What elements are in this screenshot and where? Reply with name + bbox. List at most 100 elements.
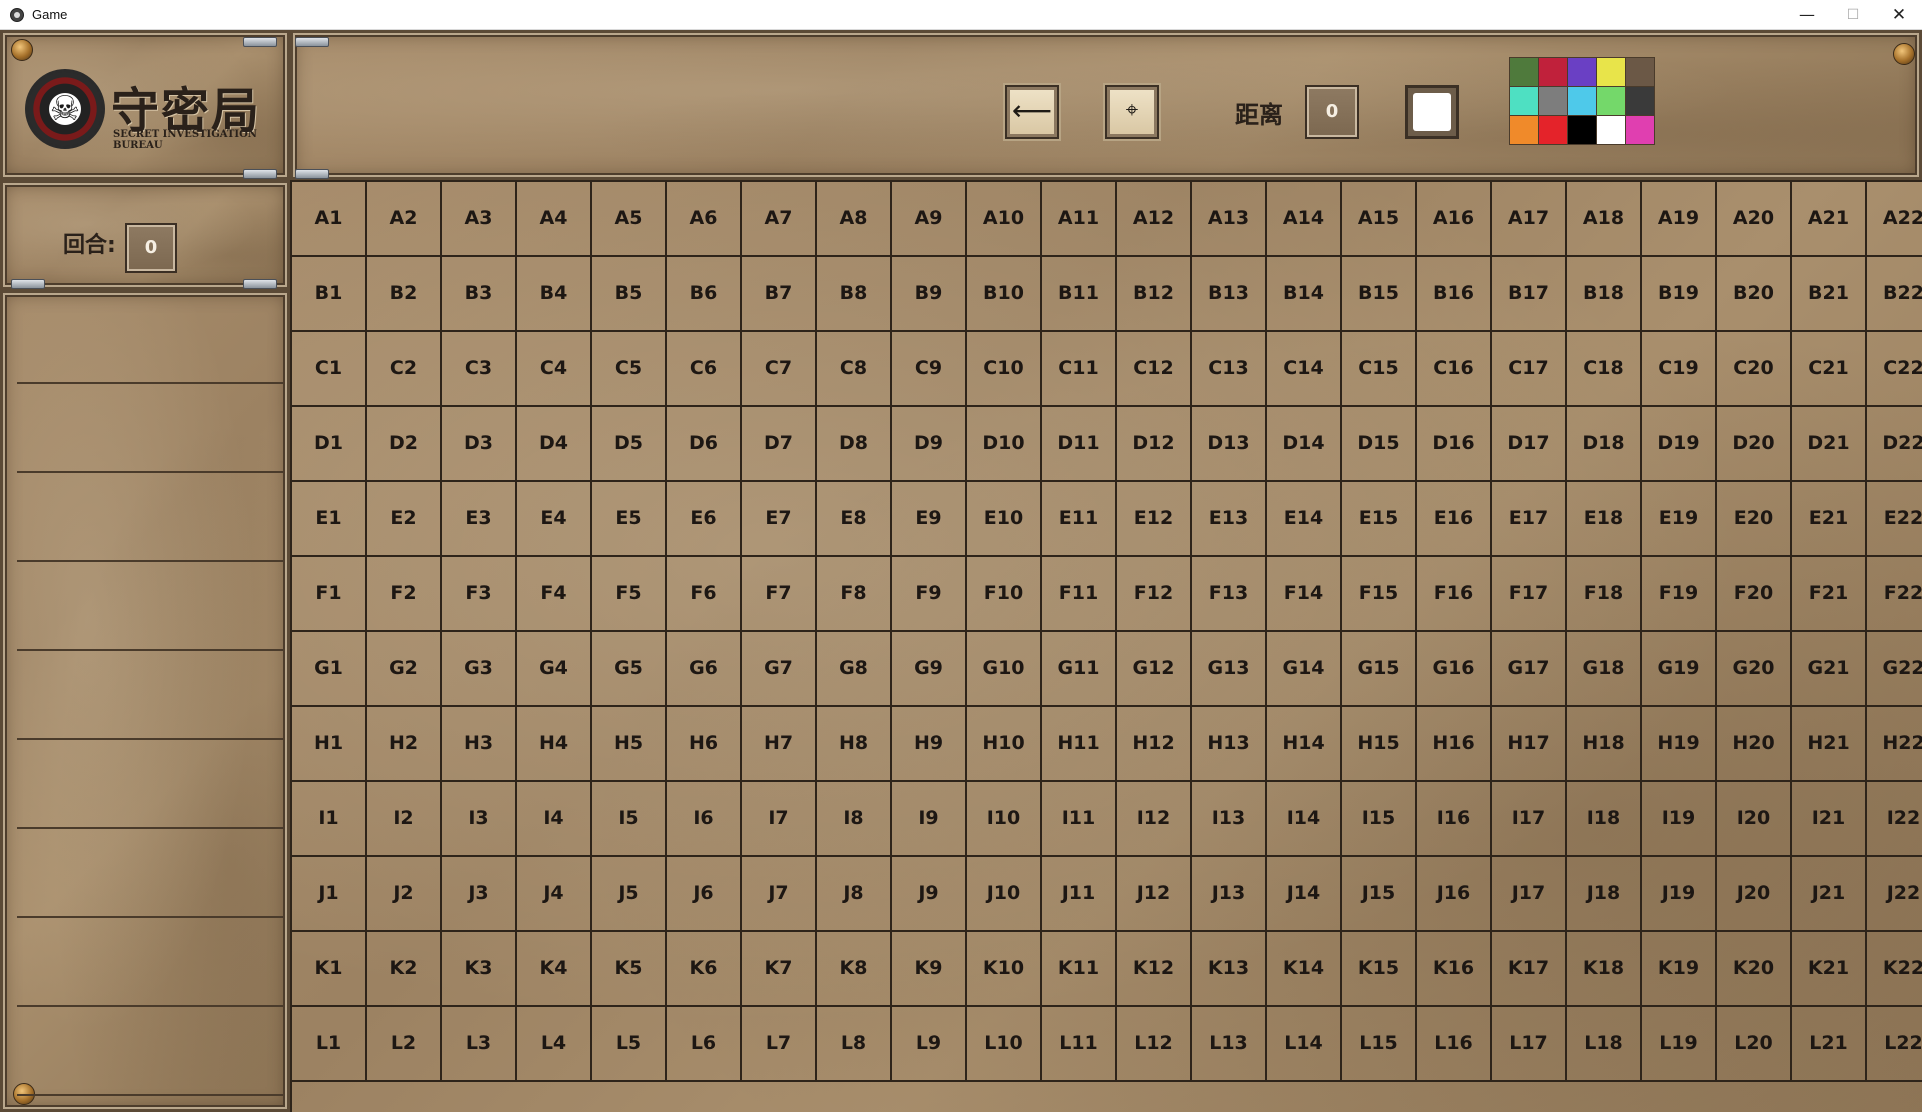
- grid-cell-E15[interactable]: E15: [1342, 482, 1417, 557]
- side-list-row[interactable]: [17, 651, 283, 740]
- grid-cell-F20[interactable]: F20: [1717, 557, 1792, 632]
- grid-cell-C4[interactable]: C4: [517, 332, 592, 407]
- grid-cell-J6[interactable]: J6: [667, 857, 742, 932]
- grid-cell-E10[interactable]: E10: [967, 482, 1042, 557]
- grid-cell-K1[interactable]: K1: [292, 932, 367, 1007]
- grid-cell-H3[interactable]: H3: [442, 707, 517, 782]
- grid-cell-C11[interactable]: C11: [1042, 332, 1117, 407]
- grid-cell-F22[interactable]: F22: [1867, 557, 1922, 632]
- grid-cell-E5[interactable]: E5: [592, 482, 667, 557]
- grid-cell-K15[interactable]: K15: [1342, 932, 1417, 1007]
- grid-cell-L7[interactable]: L7: [742, 1007, 817, 1082]
- selected-color-preview[interactable]: [1405, 85, 1459, 139]
- grid-cell-B12[interactable]: B12: [1117, 257, 1192, 332]
- grid-cell-I8[interactable]: I8: [817, 782, 892, 857]
- grid-cell-J4[interactable]: J4: [517, 857, 592, 932]
- grid-cell-A14[interactable]: A14: [1267, 182, 1342, 257]
- grid-cell-H10[interactable]: H10: [967, 707, 1042, 782]
- grid-cell-J14[interactable]: J14: [1267, 857, 1342, 932]
- grid-cell-G21[interactable]: G21: [1792, 632, 1867, 707]
- back-button[interactable]: ⟵: [1005, 85, 1059, 139]
- side-list-row[interactable]: [17, 918, 283, 1007]
- side-list-row[interactable]: [17, 384, 283, 473]
- color-swatch[interactable]: [1538, 86, 1568, 116]
- color-swatch[interactable]: [1538, 115, 1568, 145]
- grid-cell-K2[interactable]: K2: [367, 932, 442, 1007]
- grid-cell-D12[interactable]: D12: [1117, 407, 1192, 482]
- side-list-row[interactable]: [17, 1007, 283, 1096]
- grid-cell-K4[interactable]: K4: [517, 932, 592, 1007]
- grid-cell-L10[interactable]: L10: [967, 1007, 1042, 1082]
- grid-cell-B5[interactable]: B5: [592, 257, 667, 332]
- grid-cell-G1[interactable]: G1: [292, 632, 367, 707]
- grid-cell-F7[interactable]: F7: [742, 557, 817, 632]
- grid-cell-E8[interactable]: E8: [817, 482, 892, 557]
- grid-cell-E7[interactable]: E7: [742, 482, 817, 557]
- grid-cell-C12[interactable]: C12: [1117, 332, 1192, 407]
- grid-cell-G5[interactable]: G5: [592, 632, 667, 707]
- grid-cell-G4[interactable]: G4: [517, 632, 592, 707]
- grid-cell-D11[interactable]: D11: [1042, 407, 1117, 482]
- grid-cell-G2[interactable]: G2: [367, 632, 442, 707]
- color-swatch[interactable]: [1596, 115, 1626, 145]
- focus-button[interactable]: ⌖: [1105, 85, 1159, 139]
- side-list-row[interactable]: [17, 829, 283, 918]
- grid-cell-A16[interactable]: A16: [1417, 182, 1492, 257]
- grid-cell-D13[interactable]: D13: [1192, 407, 1267, 482]
- grid-cell-I5[interactable]: I5: [592, 782, 667, 857]
- grid-cell-G15[interactable]: G15: [1342, 632, 1417, 707]
- color-swatch[interactable]: [1509, 86, 1539, 116]
- color-swatch[interactable]: [1596, 86, 1626, 116]
- grid-cell-A13[interactable]: A13: [1192, 182, 1267, 257]
- side-list-row[interactable]: [17, 295, 283, 384]
- grid-cell-H13[interactable]: H13: [1192, 707, 1267, 782]
- grid-cell-H1[interactable]: H1: [292, 707, 367, 782]
- grid-cell-J3[interactable]: J3: [442, 857, 517, 932]
- grid-cell-B20[interactable]: B20: [1717, 257, 1792, 332]
- grid-cell-J19[interactable]: J19: [1642, 857, 1717, 932]
- grid-cell-D7[interactable]: D7: [742, 407, 817, 482]
- grid-cell-K17[interactable]: K17: [1492, 932, 1567, 1007]
- grid-cell-I19[interactable]: I19: [1642, 782, 1717, 857]
- grid-cell-F12[interactable]: F12: [1117, 557, 1192, 632]
- grid-cell-J11[interactable]: J11: [1042, 857, 1117, 932]
- grid-cell-F19[interactable]: F19: [1642, 557, 1717, 632]
- grid-cell-L14[interactable]: L14: [1267, 1007, 1342, 1082]
- grid-cell-A21[interactable]: A21: [1792, 182, 1867, 257]
- grid-cell-I13[interactable]: I13: [1192, 782, 1267, 857]
- grid-cell-G22[interactable]: G22: [1867, 632, 1922, 707]
- grid-cell-A1[interactable]: A1: [292, 182, 367, 257]
- grid-cell-F14[interactable]: F14: [1267, 557, 1342, 632]
- grid-cell-C10[interactable]: C10: [967, 332, 1042, 407]
- color-swatch[interactable]: [1625, 86, 1655, 116]
- grid-cell-G18[interactable]: G18: [1567, 632, 1642, 707]
- grid-cell-D2[interactable]: D2: [367, 407, 442, 482]
- grid-cell-I16[interactable]: I16: [1417, 782, 1492, 857]
- maximize-button[interactable]: ☐: [1830, 0, 1876, 30]
- color-swatch[interactable]: [1538, 57, 1568, 87]
- grid-cell-B13[interactable]: B13: [1192, 257, 1267, 332]
- grid-cell-C3[interactable]: C3: [442, 332, 517, 407]
- grid-cell-I9[interactable]: I9: [892, 782, 967, 857]
- grid-cell-G3[interactable]: G3: [442, 632, 517, 707]
- grid-cell-A19[interactable]: A19: [1642, 182, 1717, 257]
- grid-cell-H14[interactable]: H14: [1267, 707, 1342, 782]
- grid-cell-C19[interactable]: C19: [1642, 332, 1717, 407]
- grid-cell-A5[interactable]: A5: [592, 182, 667, 257]
- grid-cell-D9[interactable]: D9: [892, 407, 967, 482]
- grid-cell-L12[interactable]: L12: [1117, 1007, 1192, 1082]
- grid-cell-H7[interactable]: H7: [742, 707, 817, 782]
- grid-cell-D20[interactable]: D20: [1717, 407, 1792, 482]
- grid-cell-B9[interactable]: B9: [892, 257, 967, 332]
- grid-cell-H19[interactable]: H19: [1642, 707, 1717, 782]
- grid-cell-I11[interactable]: I11: [1042, 782, 1117, 857]
- grid-cell-C20[interactable]: C20: [1717, 332, 1792, 407]
- grid-cell-F10[interactable]: F10: [967, 557, 1042, 632]
- grid-cell-A8[interactable]: A8: [817, 182, 892, 257]
- grid-cell-L3[interactable]: L3: [442, 1007, 517, 1082]
- grid-cell-E14[interactable]: E14: [1267, 482, 1342, 557]
- grid-cell-F17[interactable]: F17: [1492, 557, 1567, 632]
- grid-cell-K14[interactable]: K14: [1267, 932, 1342, 1007]
- grid-cell-H16[interactable]: H16: [1417, 707, 1492, 782]
- grid-cell-L1[interactable]: L1: [292, 1007, 367, 1082]
